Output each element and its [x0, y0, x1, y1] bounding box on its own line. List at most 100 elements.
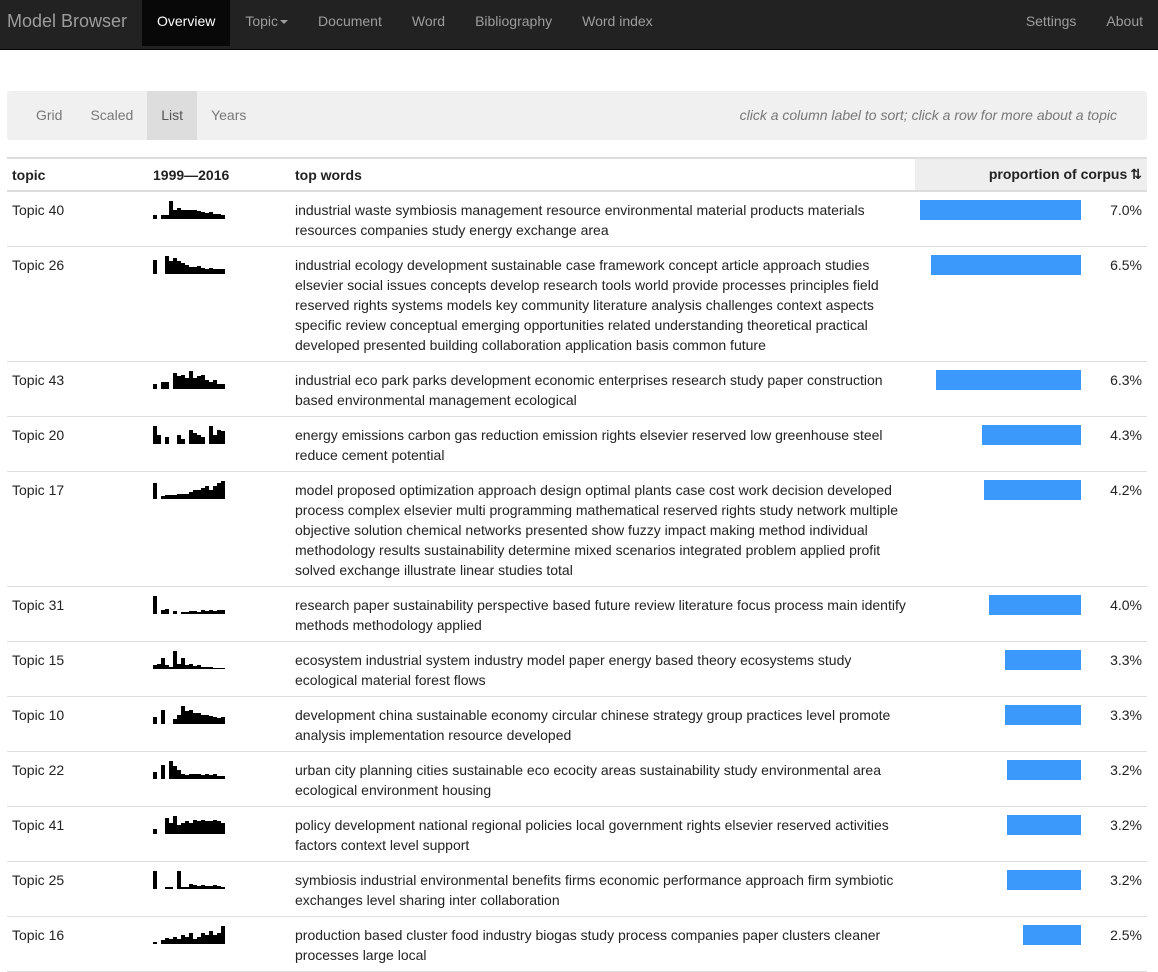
proportion-wrap: 6.5%	[920, 255, 1142, 275]
sparkline-bar	[161, 496, 165, 499]
table-row[interactable]: Topic 16 production based cluster food in…	[7, 916, 1147, 972]
sparkline-bar	[189, 774, 193, 779]
header-proportion[interactable]: proportion of corpus ⇅	[915, 158, 1147, 192]
proportion-cell: 3.2%	[915, 751, 1147, 807]
sparkline-bar	[169, 823, 173, 834]
topic-label: Topic 10	[7, 696, 148, 752]
year-sparkline	[153, 256, 225, 274]
topic-top-words: energy emissions carbon gas reduction em…	[290, 416, 915, 472]
secondary-nav: Settings About	[1011, 0, 1158, 46]
topic-top-words: policy development national regional pol…	[290, 806, 915, 862]
nav-document[interactable]: Document	[303, 0, 397, 46]
table-row[interactable]: Topic 41 policy development national regi…	[7, 806, 1147, 862]
sparkline-bar	[173, 258, 177, 274]
sparkline-bar	[185, 887, 189, 889]
table-row[interactable]: Topic 26 industrial ecology development s…	[7, 246, 1147, 362]
nav-topic-label: Topic	[245, 13, 279, 29]
table-body: Topic 40 industrial waste symbiosis manag…	[7, 191, 1147, 972]
table-row[interactable]: Topic 10 development china sustainable ec…	[7, 696, 1147, 752]
proportion-wrap: 3.3%	[920, 650, 1142, 670]
table-row[interactable]: Topic 31 research paper sustainability pe…	[7, 586, 1147, 642]
year-sparkline-cell	[148, 586, 290, 642]
tab-years[interactable]: Years	[197, 91, 260, 140]
sparkline-bar	[217, 933, 221, 944]
sparkline-bar	[177, 261, 181, 274]
proportion-value: 3.2%	[1110, 872, 1142, 888]
proportion-bar	[1007, 870, 1081, 890]
proportion-bar	[1007, 760, 1081, 780]
sort-hint: click a column label to sort; click a ro…	[739, 107, 1117, 123]
header-top-words[interactable]: top words	[290, 158, 915, 192]
proportion-value: 3.2%	[1110, 762, 1142, 778]
nav-about[interactable]: About	[1091, 0, 1158, 46]
sparkline-bar	[197, 774, 201, 779]
proportion-value: 3.3%	[1110, 652, 1142, 668]
topic-top-words: industrial ecology development sustainab…	[290, 246, 915, 362]
sparkline-bar	[201, 268, 205, 274]
sparkline-bar	[189, 611, 193, 614]
proportion-value: 3.3%	[1110, 707, 1142, 723]
sparkline-bar	[185, 665, 189, 669]
sparkline-bar	[213, 935, 217, 944]
sparkline-bar	[169, 667, 173, 669]
proportion-wrap: 4.2%	[920, 480, 1142, 500]
sparkline-bar	[213, 668, 217, 669]
tab-scaled[interactable]: Scaled	[76, 91, 147, 140]
sparkline-bar	[177, 376, 181, 389]
sparkline-bar	[189, 933, 193, 944]
sparkline-bar	[201, 437, 205, 444]
proportion-value: 6.5%	[1110, 257, 1142, 273]
sparkline-bar	[197, 376, 201, 389]
sparkline-bar	[185, 265, 189, 274]
table-row[interactable]: Topic 22 urban city planning cities susta…	[7, 751, 1147, 807]
table-header-row: topic 1999—2016 top words proportion of …	[7, 158, 1147, 192]
proportion-value: 4.2%	[1110, 482, 1142, 498]
topic-top-words: ecosystem industrial system industry mod…	[290, 641, 915, 697]
nav-word-index[interactable]: Word index	[567, 0, 668, 46]
proportion-value: 7.0%	[1110, 202, 1142, 218]
sparkline-bar	[157, 664, 161, 669]
topic-top-words: research paper sustainability perspectiv…	[290, 586, 915, 642]
proportion-bar	[1005, 650, 1081, 670]
sparkline-bar	[193, 378, 197, 389]
sparkline-bar	[161, 710, 165, 724]
sparkline-bar	[197, 266, 201, 274]
nav-word[interactable]: Word	[397, 0, 460, 46]
sparkline-bar	[213, 774, 217, 779]
tab-grid[interactable]: Grid	[22, 91, 76, 140]
table-row[interactable]: Topic 15 ecosystem industrial system indu…	[7, 641, 1147, 697]
sparkline-bar	[185, 494, 189, 499]
nav-bibliography[interactable]: Bibliography	[460, 0, 567, 46]
sparkline-bar	[177, 208, 181, 219]
proportion-bar	[1023, 925, 1081, 945]
brand-title[interactable]: Model Browser	[7, 0, 127, 42]
proportion-cell: 7.0%	[915, 191, 1147, 247]
sparkline-bar	[177, 871, 181, 889]
sparkline-bar	[213, 717, 217, 724]
sparkline-bar	[213, 820, 217, 834]
table-row[interactable]: Topic 17 model proposed optimization appr…	[7, 471, 1147, 587]
sparkline-bar	[193, 774, 197, 779]
sparkline-bar	[185, 210, 189, 219]
proportion-value: 3.2%	[1110, 817, 1142, 833]
sparkline-bar	[193, 210, 197, 219]
nav-topic-dropdown[interactable]: Topic	[230, 0, 303, 46]
sparkline-bar	[205, 611, 209, 614]
table-row[interactable]: Topic 25 symbiosis industrial environment…	[7, 861, 1147, 917]
table-row[interactable]: Topic 43 industrial eco park parks develo…	[7, 361, 1147, 417]
year-sparkline	[153, 481, 225, 499]
tab-list[interactable]: List	[147, 91, 198, 140]
sparkline-bar	[153, 717, 157, 724]
caret-down-icon	[280, 20, 289, 25]
nav-settings[interactable]: Settings	[1011, 0, 1092, 46]
proportion-wrap: 3.2%	[920, 760, 1142, 780]
nav-overview[interactable]: Overview	[142, 0, 231, 46]
sparkline-bar	[181, 210, 185, 219]
table-row[interactable]: Topic 20 energy emissions carbon gas redu…	[7, 416, 1147, 472]
year-sparkline-cell	[148, 246, 290, 362]
header-years[interactable]: 1999—2016	[148, 158, 290, 192]
topic-label: Topic 43	[7, 361, 148, 417]
table-row[interactable]: Topic 40 industrial waste symbiosis manag…	[7, 191, 1147, 247]
header-topic[interactable]: topic	[7, 158, 148, 192]
sparkline-bar	[209, 775, 213, 779]
